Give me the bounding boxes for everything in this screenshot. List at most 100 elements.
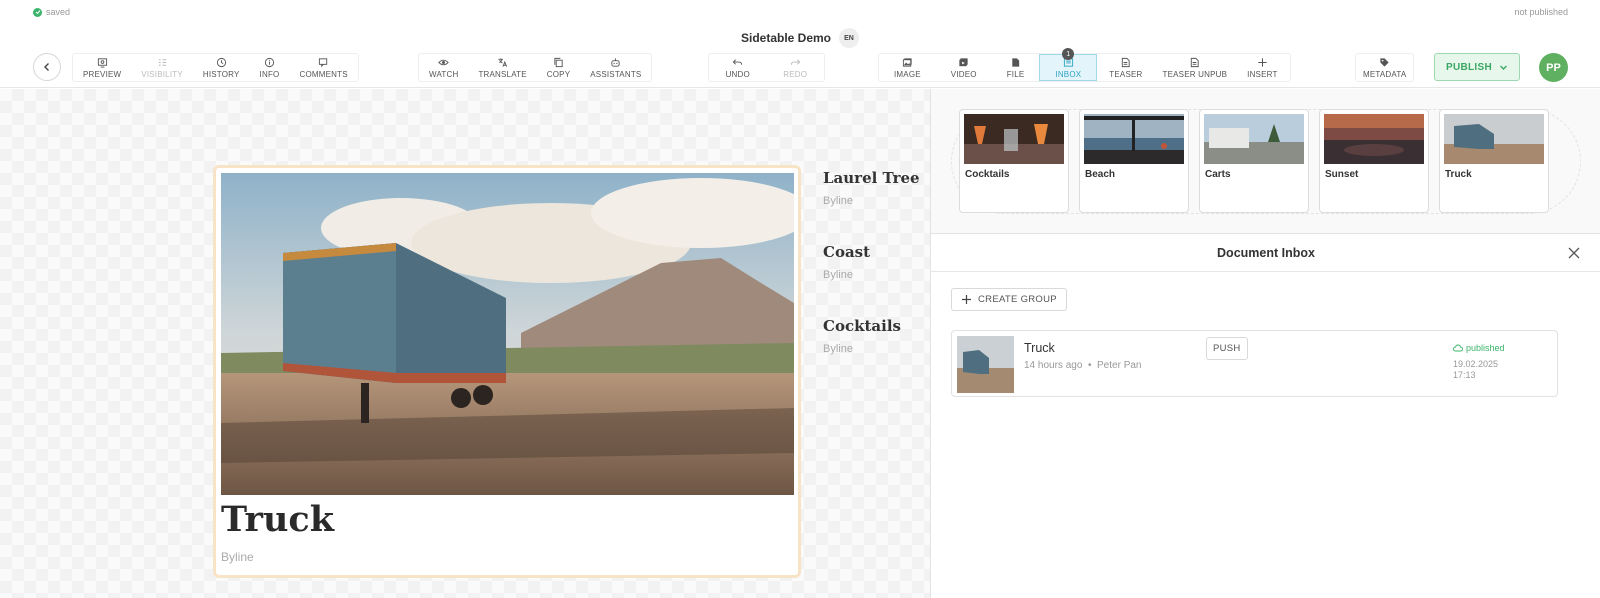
teaser-icon [1122, 57, 1131, 67]
media-card[interactable]: Sunset [1319, 109, 1429, 213]
create-group-label: CREATE GROUP [978, 294, 1057, 305]
redo-button[interactable]: REDO [767, 54, 825, 81]
cocktails-thumbnail [964, 114, 1064, 164]
copy-button[interactable]: COPY [537, 54, 580, 81]
image-button[interactable]: IMAGE [879, 54, 936, 81]
plus-icon [962, 295, 971, 304]
info-label: INFO [259, 69, 280, 79]
close-icon[interactable] [1567, 246, 1581, 260]
comments-icon [319, 57, 328, 67]
visibility-button[interactable]: VISIBILITY [131, 54, 193, 81]
history-button[interactable]: HISTORY [193, 54, 250, 81]
truck-hero-image [221, 173, 794, 495]
side-teaser-title: Cocktails [823, 317, 901, 335]
inbox-item-status: published [1453, 343, 1505, 353]
image-label: IMAGE [894, 69, 921, 79]
user-avatar[interactable]: PP [1539, 53, 1568, 82]
teaser-button[interactable]: TEASER [1097, 54, 1154, 81]
truck-thumbnail [1444, 114, 1544, 164]
file-button[interactable]: FILE [992, 54, 1040, 81]
inbox-label: INBOX [1055, 69, 1082, 79]
visibility-icon [158, 58, 166, 66]
history-label: HISTORY [202, 69, 240, 79]
teaser-unpub-label: TEASER UNPUB [1162, 69, 1228, 79]
inbox-item-date: 19.02.2025 17:13 [1453, 359, 1513, 381]
visibility-label: VISIBILITY [141, 69, 183, 79]
inbox-item-meta: 14 hours ago • Peter Pan [1024, 360, 1142, 371]
chevron-left-icon [44, 63, 49, 71]
toolbar-group-history: UNDO REDO [708, 53, 825, 82]
watch-button[interactable]: WATCH [419, 54, 468, 81]
info-button[interactable]: INFO [250, 54, 290, 81]
redo-icon [790, 58, 801, 65]
assistants-icon [611, 57, 620, 67]
copy-icon [554, 57, 563, 67]
translate-button[interactable]: TRANSLATE [468, 54, 536, 81]
document-header: Sidetable Demo EN [0, 28, 1600, 48]
publish-label: PUBLISH [1446, 61, 1492, 73]
side-teaser-title: Coast [823, 243, 871, 261]
beach-thumbnail [1084, 114, 1184, 164]
undo-label: UNDO [725, 69, 750, 79]
video-button[interactable]: VIDEO [936, 54, 992, 81]
metadata-button[interactable]: METADATA [1356, 54, 1413, 81]
inbox-item-title: Truck [1024, 341, 1055, 355]
toolbar-group-metadata: METADATA [1355, 53, 1415, 82]
card-title[interactable]: Truck [221, 499, 334, 540]
media-card-label: Carts [1205, 169, 1231, 180]
side-teaser-item[interactable]: Coast Byline [823, 243, 920, 281]
inbox-button[interactable]: 1 INBOX [1039, 48, 1098, 81]
watch-label: WATCH [429, 69, 459, 79]
inbox-item-time: 14 hours ago [1024, 360, 1083, 371]
media-card[interactable]: Beach [1079, 109, 1189, 213]
media-card-label: Beach [1085, 169, 1116, 180]
inbox-title: Document Inbox [1217, 245, 1315, 260]
preview-button[interactable]: PREVIEW [73, 54, 131, 81]
inbox-item-date-time: 17:13 [1453, 370, 1476, 380]
history-icon [216, 57, 226, 67]
inbox-item-status-label: published [1466, 343, 1505, 353]
teaser-unpub-button[interactable]: TEASER UNPUB [1155, 54, 1236, 81]
inbox-item[interactable]: Truck 14 hours ago • Peter Pan PUSH publ… [951, 330, 1558, 397]
teaser-unpub-icon [1191, 57, 1199, 67]
teaser-label: TEASER [1109, 69, 1143, 79]
media-card-label: Sunset [1325, 169, 1359, 180]
info-icon [264, 57, 275, 67]
sunset-thumbnail [1324, 114, 1424, 164]
plus-icon [1258, 57, 1267, 67]
insert-label: INSERT [1247, 69, 1278, 79]
card-byline[interactable]: Byline [221, 550, 254, 564]
eye-icon [438, 59, 449, 65]
toolbar: PREVIEW VISIBILITY HISTORY INFO COMMENTS… [0, 48, 1600, 88]
file-label: FILE [1006, 69, 1025, 79]
side-teaser-item[interactable]: Laurel Tree Byline [823, 169, 920, 207]
metadata-label: METADATA [1363, 69, 1407, 79]
media-card[interactable]: Cocktails [959, 109, 1069, 213]
carts-thumbnail [1204, 114, 1304, 164]
comments-button[interactable]: COMMENTS [289, 54, 357, 81]
side-teaser-item[interactable]: Cocktails Byline [823, 317, 920, 355]
inbox-item-thumbnail [957, 336, 1014, 393]
side-teaser-byline: Byline [823, 195, 853, 207]
create-group-button[interactable]: CREATE GROUP [951, 288, 1067, 311]
teaser-card-truck[interactable]: Truck Byline [213, 165, 801, 578]
undo-button[interactable]: UNDO [709, 54, 767, 81]
publish-status: not published [1514, 7, 1568, 17]
media-card[interactable]: Carts [1199, 109, 1309, 213]
inbox-item-author: Peter Pan [1097, 360, 1142, 371]
publish-button[interactable]: PUBLISH [1434, 53, 1520, 81]
media-card[interactable]: Truck [1439, 109, 1549, 213]
save-status-label: saved [46, 7, 71, 17]
preview-icon [97, 57, 107, 68]
assistants-button[interactable]: ASSISTANTS [580, 54, 651, 81]
back-button[interactable] [33, 53, 61, 81]
undo-icon [732, 58, 743, 65]
language-badge[interactable]: EN [839, 28, 860, 48]
inbox-item-date-day: 19.02.2025 [1453, 359, 1499, 369]
push-button[interactable]: PUSH [1206, 337, 1248, 360]
image-icon [902, 57, 912, 67]
copy-label: COPY [546, 69, 571, 79]
insert-button[interactable]: INSERT [1235, 54, 1289, 81]
inbox-panel: Cocktails Beach Carts Sunset Truck Docum… [930, 89, 1600, 598]
side-teaser-byline: Byline [823, 269, 853, 281]
